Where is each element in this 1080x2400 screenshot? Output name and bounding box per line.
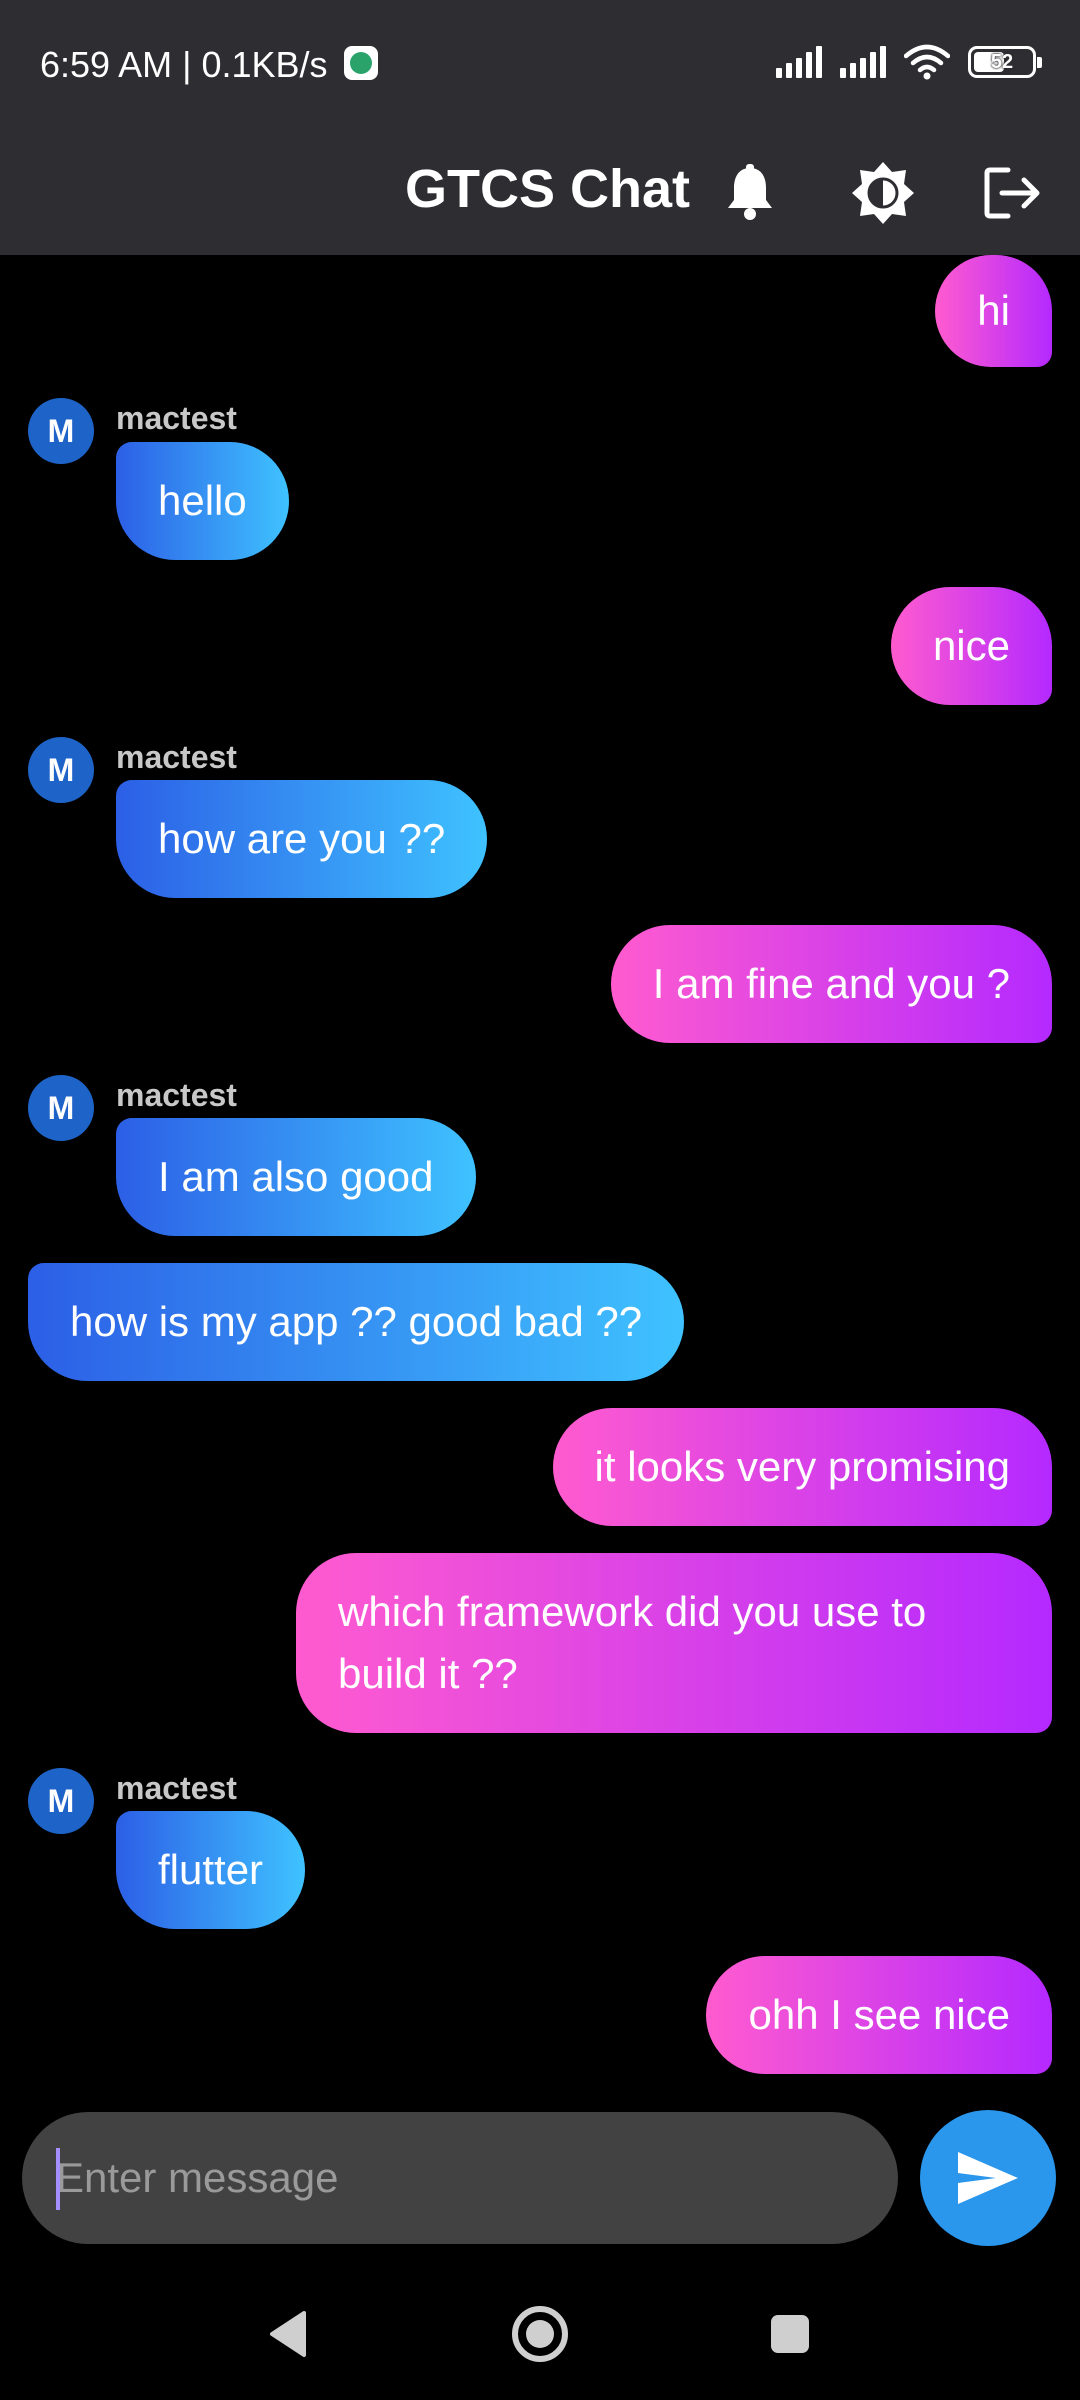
battery-level: 52 xyxy=(990,50,1014,73)
message-text: it looks very promising xyxy=(594,1443,1010,1490)
signal-icon xyxy=(776,46,822,78)
incoming-message[interactable]: hello xyxy=(116,442,289,560)
message-composer[interactable] xyxy=(22,2112,898,2244)
sender-name: mactest xyxy=(116,400,237,436)
outgoing-message[interactable]: which framework did you use to build it … xyxy=(296,1553,1052,1733)
theme-toggle-button[interactable] xyxy=(848,158,918,228)
avatar: M xyxy=(28,737,94,803)
sender-name: mactest xyxy=(116,1077,237,1113)
sender-name: mactest xyxy=(116,739,237,775)
outgoing-message[interactable]: it looks very promising xyxy=(552,1408,1052,1526)
outgoing-message[interactable]: ohh I see nice xyxy=(706,1956,1052,2074)
incoming-message[interactable]: I am also good xyxy=(116,1118,476,1236)
logout-icon xyxy=(984,167,1040,219)
notification-app-icon xyxy=(344,46,378,80)
message-text: I am also good xyxy=(158,1153,434,1200)
avatar: M xyxy=(28,398,94,464)
recents-icon xyxy=(771,2315,809,2353)
outgoing-message[interactable]: I am fine and you ? xyxy=(610,925,1052,1043)
back-button[interactable] xyxy=(248,2294,328,2374)
message-text: hi xyxy=(977,287,1010,334)
home-icon xyxy=(512,2306,568,2362)
status-time: 6:59 AM | 0.1KB/s xyxy=(40,44,328,85)
page-title: GTCS Chat xyxy=(405,159,691,219)
signal-icon xyxy=(840,46,886,78)
battery-icon: 52 xyxy=(968,46,1042,78)
message-input[interactable] xyxy=(56,2112,856,2244)
text-cursor xyxy=(56,2148,60,2210)
message-text: I am fine and you ? xyxy=(652,960,1010,1007)
home-button[interactable] xyxy=(500,2294,580,2374)
sender-name: mactest xyxy=(116,1770,237,1806)
message-text: how are you ?? xyxy=(158,815,446,862)
app-bar: GTCS Chat xyxy=(0,130,1080,255)
avatar: M xyxy=(28,1768,94,1834)
send-icon xyxy=(958,2152,1018,2204)
brightness-icon xyxy=(852,162,914,224)
incoming-message[interactable]: how is my app ?? good bad ?? xyxy=(28,1263,685,1381)
message-text: flutter xyxy=(158,1846,264,1893)
incoming-message[interactable]: flutter xyxy=(116,1811,306,1929)
message-text: which framework did you use to build it … xyxy=(338,1588,927,1697)
wifi-icon xyxy=(904,44,950,80)
system-nav-bar xyxy=(0,2270,1080,2400)
recents-button[interactable] xyxy=(750,2294,830,2374)
notifications-button[interactable] xyxy=(715,158,785,228)
incoming-message[interactable]: how are you ?? xyxy=(116,780,488,898)
avatar: M xyxy=(28,1075,94,1141)
outgoing-message[interactable]: hi xyxy=(935,255,1052,367)
back-icon xyxy=(270,2311,306,2357)
outgoing-message[interactable]: nice xyxy=(890,587,1052,705)
message-text: how is my app ?? good bad ?? xyxy=(70,1298,643,1345)
status-bar: 6:59 AM | 0.1KB/s 52 xyxy=(0,0,1080,130)
bell-icon xyxy=(728,164,772,220)
message-text: hello xyxy=(158,477,247,524)
logout-button[interactable] xyxy=(978,158,1048,228)
message-list[interactable]: hi M mactest hello nice M mactest how ar… xyxy=(0,255,1080,2095)
message-text: ohh I see nice xyxy=(748,1991,1010,2038)
status-indicators: 52 xyxy=(776,44,1042,80)
send-button[interactable] xyxy=(920,2110,1056,2246)
message-text: nice xyxy=(932,622,1010,669)
